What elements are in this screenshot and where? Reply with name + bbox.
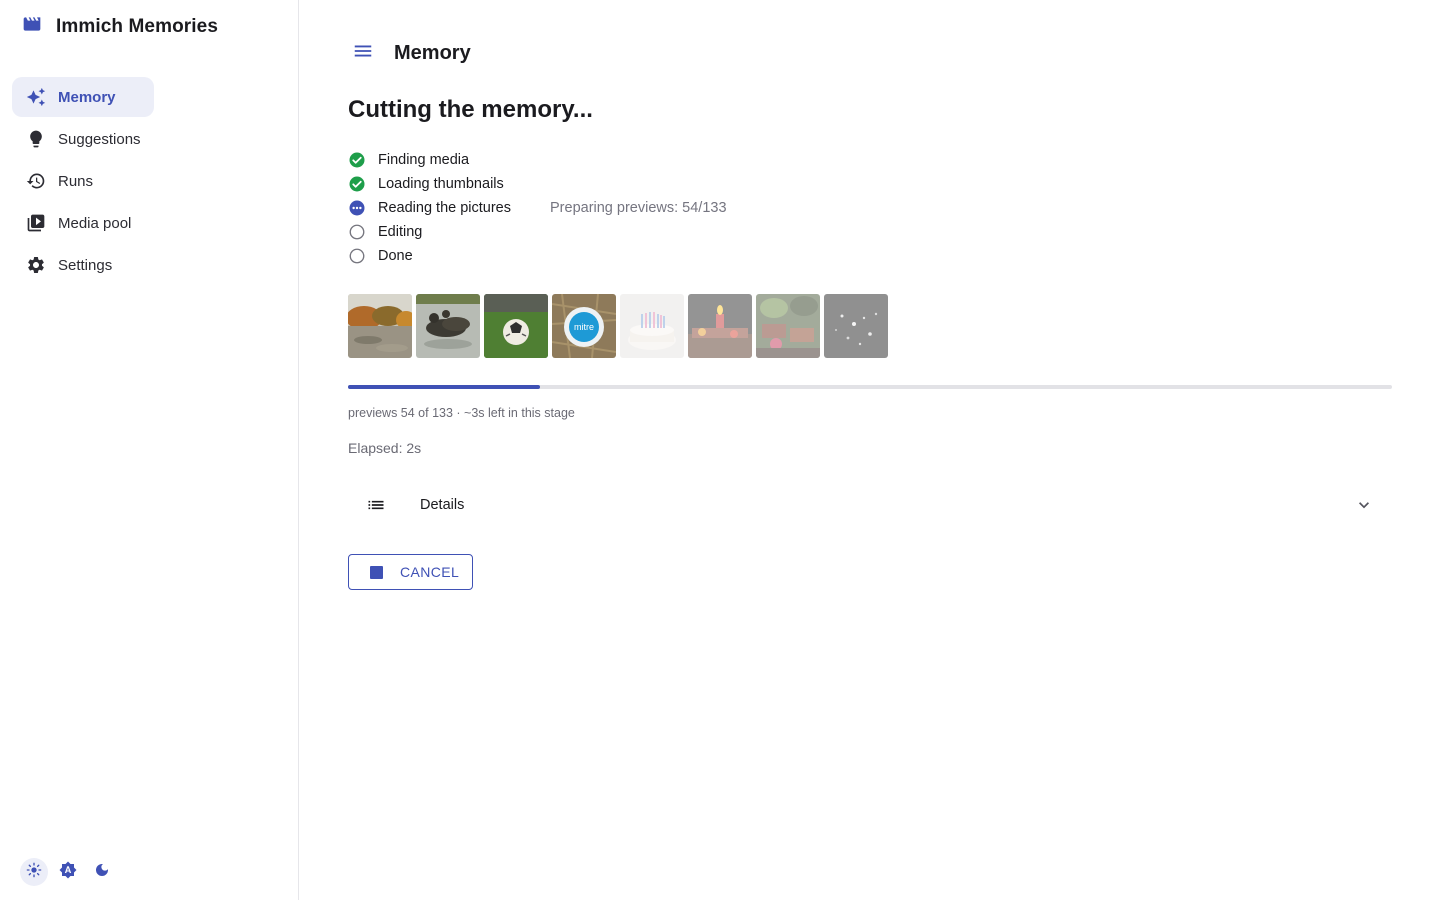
auto-theme-icon: [59, 861, 77, 884]
empty-circle-icon: [348, 247, 366, 265]
moon-icon: [94, 862, 110, 883]
history-icon: [26, 171, 46, 191]
thumbnail-strip: mitre: [348, 294, 888, 358]
dark-theme-button[interactable]: [88, 858, 116, 886]
auto-theme-button[interactable]: [54, 858, 82, 886]
video-library-icon: [26, 213, 46, 233]
menu-button[interactable]: [346, 40, 380, 66]
sidebar: Immich Memories Memory Suggestions Runs …: [0, 0, 299, 900]
step-label: Editing: [378, 224, 423, 240]
progress-bar-fill: [348, 385, 541, 389]
gear-icon: [26, 255, 46, 275]
check-circle-icon: [348, 175, 366, 193]
sidebar-item-label: Runs: [58, 172, 94, 190]
cancel-button[interactable]: CANCEL: [348, 554, 473, 590]
empty-circle-icon: [348, 223, 366, 241]
sidebar-item-label: Media pool: [58, 214, 132, 232]
sidebar-item-media-pool[interactable]: Media pool: [12, 203, 287, 243]
sidebar-item-memory[interactable]: Memory: [12, 77, 154, 117]
thumbnail-football: [484, 294, 548, 358]
thumbnail-candle-cake: [688, 294, 752, 358]
step-label: Reading the pictures: [378, 200, 511, 216]
thumbnail-autumn-lake: [348, 294, 412, 358]
cancel-label: CANCEL: [400, 564, 460, 580]
step-reading-pictures: Reading the pictures Preparing previews:…: [348, 196, 727, 220]
pending-circle-icon: [348, 199, 366, 217]
step-label: Done: [378, 248, 413, 264]
step-label: Finding media: [378, 152, 470, 168]
sidebar-item-label: Suggestions: [58, 130, 141, 148]
list-icon: [366, 495, 386, 515]
thumbnail-birthday-cake: [620, 294, 684, 358]
light-theme-button[interactable]: [20, 858, 48, 886]
main-content: Memory Cutting the memory... Finding med…: [348, 0, 1392, 900]
brand: Immich Memories: [22, 14, 218, 39]
page-title: Memory: [394, 41, 471, 64]
hamburger-icon: [352, 40, 374, 67]
step-detail: Preparing previews: 54/133: [550, 200, 727, 216]
progress-bar: [348, 385, 1392, 389]
step-finding-media: Finding media: [348, 148, 727, 172]
step-editing: Editing: [348, 220, 727, 244]
sun-icon: [26, 862, 42, 883]
sidebar-item-label: Memory: [58, 88, 116, 106]
step-label: Loading thumbnails: [378, 176, 504, 192]
thumbnail-sparkles-dark: [824, 294, 888, 358]
thumbnail-ducks: [416, 294, 480, 358]
lightbulb-icon: [26, 129, 46, 149]
chevron-down-icon[interactable]: [1354, 495, 1374, 515]
sidebar-item-label: Settings: [58, 256, 113, 274]
topbar: Memory: [348, 40, 471, 66]
sparkles-icon: [26, 87, 46, 107]
theme-switcher: [20, 858, 116, 886]
stop-icon: [370, 565, 383, 579]
details-label: Details: [420, 497, 465, 513]
svg-text:mitre: mitre: [574, 322, 594, 332]
elapsed-time: Elapsed: 2s: [348, 440, 422, 456]
sidebar-item-settings[interactable]: Settings: [12, 245, 287, 285]
sidebar-item-runs[interactable]: Runs: [12, 161, 287, 201]
sidebar-item-suggestions[interactable]: Suggestions: [12, 119, 287, 159]
step-loading-thumbnails: Loading thumbnails: [348, 172, 727, 196]
thumbnail-mitre-ball: mitre: [552, 294, 616, 358]
clapperboard-icon: [22, 14, 42, 39]
step-done: Done: [348, 244, 727, 268]
check-circle-icon: [348, 151, 366, 169]
step-list: Finding media Loading thumbnails Reading…: [348, 148, 727, 268]
app-title: Immich Memories: [56, 15, 218, 37]
progress-note: previews 54 of 133 · ~3s left in this st…: [348, 406, 575, 420]
progress-heading: Cutting the memory...: [348, 96, 593, 123]
details-expander[interactable]: Details: [348, 482, 1392, 528]
sidebar-nav: Memory Suggestions Runs Media pool Setti…: [12, 77, 287, 287]
thumbnail-food-table: [756, 294, 820, 358]
